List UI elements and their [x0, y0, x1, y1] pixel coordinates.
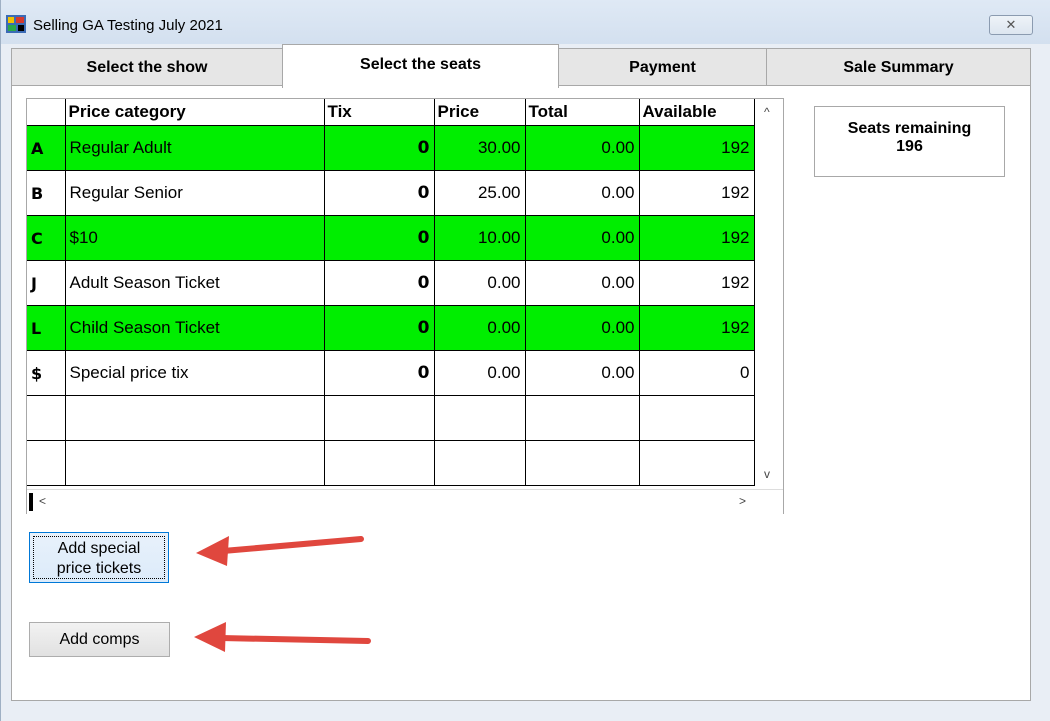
annotation-arrow-icon: [196, 536, 364, 566]
annotation-arrows: [194, 536, 371, 652]
tab-select-the-seats[interactable]: Select the seats: [282, 44, 559, 88]
app-window: Selling GA Testing July 2021 ✕ Select th…: [0, 0, 1050, 721]
annotation-arrow-icon: [194, 622, 371, 652]
